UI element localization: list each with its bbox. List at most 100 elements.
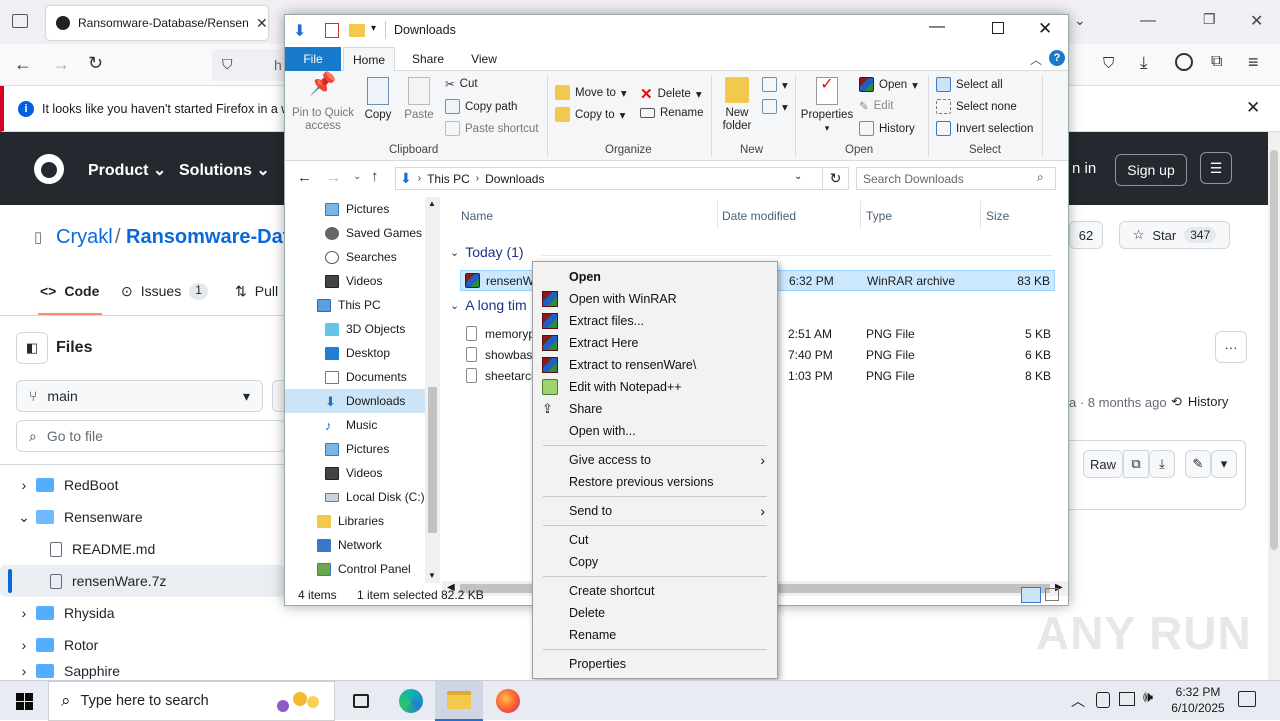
cut-button[interactable]: ✂ Cut xyxy=(445,77,478,91)
network-icon[interactable] xyxy=(1119,692,1135,706)
github-menu-toggle-icon[interactable]: ☰ xyxy=(1200,152,1232,184)
maximize-icon[interactable] xyxy=(992,22,1004,34)
properties-quick-icon[interactable] xyxy=(325,23,339,38)
menu-restore-versions[interactable]: Restore previous versions xyxy=(535,471,775,493)
paste-button[interactable]: Paste xyxy=(402,77,436,122)
taskbar-search-box[interactable]: ⌕ Type here to search xyxy=(48,681,335,721)
tree-item-sapphire[interactable]: › Sapphire xyxy=(0,661,285,681)
repo-name-link[interactable]: Ransomware-Dat xyxy=(126,226,289,249)
back-icon[interactable]: ← xyxy=(297,169,312,186)
task-view-icon[interactable] xyxy=(337,681,385,721)
menu-properties[interactable]: Properties xyxy=(535,653,775,675)
menu-open-with-winrar[interactable]: Open with WinRAR xyxy=(535,288,775,310)
nav-solutions[interactable]: Solutions ⌄ xyxy=(179,160,270,180)
menu-give-access[interactable]: Give access to › xyxy=(535,449,775,471)
menu-extract-files[interactable]: Extract files... xyxy=(535,310,775,332)
page-scrollbar[interactable] xyxy=(1268,132,1280,680)
nav-downloads[interactable]: ⬇ Downloads xyxy=(285,389,425,413)
tab-issues[interactable]: ⊙ Issues 1 xyxy=(121,283,208,300)
forward-icon[interactable]: → xyxy=(52,54,70,75)
edit-dropdown-icon[interactable]: ▾ xyxy=(1211,450,1237,478)
new-folder-quick-icon[interactable] xyxy=(349,24,365,37)
menu-open[interactable]: Open xyxy=(535,266,775,288)
new-item-button[interactable]: ▾ xyxy=(762,77,788,92)
browser-tab[interactable]: Ransomware-Database/Rensen ✕ xyxy=(46,6,268,40)
pin-quick-access-button[interactable]: 📌 Pin to Quick access xyxy=(291,73,355,133)
column-type[interactable]: Type xyxy=(866,209,892,223)
up-icon[interactable]: ↑ xyxy=(371,168,379,185)
start-windows-icon[interactable] xyxy=(0,681,48,721)
rename-button[interactable]: Rename xyxy=(640,107,703,119)
new-folder-button[interactable]: New folder xyxy=(717,77,757,133)
extensions-icon[interactable]: ⧉ xyxy=(1211,53,1222,71)
download-icon[interactable]: ⤓ xyxy=(1149,450,1175,478)
branch-selector[interactable]: ⑂ main ▾ xyxy=(16,380,263,412)
tab-share[interactable]: Share xyxy=(403,47,453,71)
tab-code[interactable]: <> Code xyxy=(40,283,99,299)
move-to-button[interactable]: Move to ▾ xyxy=(555,85,627,100)
downloads-icon[interactable]: ⤓ xyxy=(1140,53,1148,73)
watch-count-badge[interactable]: 62 xyxy=(1069,221,1103,249)
nav-libraries[interactable]: Libraries xyxy=(285,509,425,533)
history-button[interactable]: History xyxy=(859,121,915,136)
repo-owner-link[interactable]: Cryakl xyxy=(56,226,113,249)
pocket-icon[interactable]: ⛉ xyxy=(1103,55,1114,72)
nav-searches[interactable]: Searches xyxy=(285,245,425,269)
forward-icon[interactable]: → xyxy=(326,169,341,186)
close-icon[interactable]: ✕ xyxy=(1038,19,1052,39)
nav-documents[interactable]: Documents xyxy=(285,365,425,389)
file-explorer-taskbar-icon[interactable] xyxy=(435,681,483,721)
refresh-icon[interactable]: ↻ xyxy=(823,167,849,190)
nav-3d-objects[interactable]: 3D Objects xyxy=(285,317,425,341)
invert-selection-button[interactable]: Invert selection xyxy=(936,121,1033,136)
tree-item-redboot[interactable]: › RedBoot xyxy=(0,469,285,501)
nav-this-pc[interactable]: This PC xyxy=(285,293,425,317)
more-options-icon[interactable]: ··· xyxy=(1215,331,1247,363)
go-to-file-input[interactable]: ⌕ Go to file xyxy=(16,420,286,452)
open-button[interactable]: Open ▾ xyxy=(859,77,918,92)
nav-network[interactable]: Network xyxy=(285,533,425,557)
navigation-scrollbar[interactable]: ▲ ▼ xyxy=(425,197,440,583)
meet-now-icon[interactable] xyxy=(1096,692,1110,708)
show-hidden-icons-icon[interactable]: ︿ xyxy=(1071,691,1085,711)
volume-icon[interactable]: 🕪 xyxy=(1143,689,1153,707)
search-downloads-input[interactable]: Search Downloads ⌕ xyxy=(856,167,1056,190)
nav-saved-games[interactable]: Saved Games xyxy=(285,221,425,245)
sign-in-link[interactable]: n in xyxy=(1072,160,1096,177)
star-button[interactable]: ☆ Star 347 xyxy=(1119,221,1230,249)
nav-desktop[interactable]: Desktop xyxy=(285,341,425,365)
copy-icon[interactable]: ⧉ xyxy=(1123,450,1149,478)
clock[interactable]: 6:32 PM 6/10/2025 xyxy=(1163,684,1233,716)
edit-button[interactable]: ✎ Edit xyxy=(859,99,893,113)
url-bar[interactable]: ⛉ h xyxy=(212,49,292,81)
notification-close-icon[interactable]: ✕ xyxy=(1246,98,1260,118)
raw-button[interactable]: Raw xyxy=(1083,450,1123,478)
menu-copy[interactable]: Copy xyxy=(535,551,775,573)
tab-file[interactable]: File xyxy=(285,47,341,71)
minimize-icon[interactable]: — xyxy=(1140,12,1156,30)
tree-item-rensenware-7z[interactable]: rensenWare.7z xyxy=(0,565,285,597)
minimize-icon[interactable]: — xyxy=(929,18,945,36)
back-icon[interactable]: ← xyxy=(14,54,32,75)
paste-shortcut-button[interactable]: Paste shortcut xyxy=(445,121,539,136)
column-size[interactable]: Size xyxy=(986,209,1009,223)
nav-videos[interactable]: Videos xyxy=(285,269,425,293)
tree-item-readme[interactable]: README.md xyxy=(0,533,285,565)
firefox-view-icon[interactable] xyxy=(12,14,28,28)
customize-toolbar-icon[interactable]: ▾ xyxy=(371,23,376,34)
list-tabs-icon[interactable]: ⌄ xyxy=(1074,12,1086,29)
account-icon[interactable] xyxy=(1175,53,1193,71)
nav-pictures-2[interactable]: Pictures xyxy=(285,437,425,461)
menu-delete[interactable]: Delete xyxy=(535,602,775,624)
collapse-file-tree-icon[interactable]: ◧ xyxy=(16,332,48,364)
tree-item-rensenware[interactable]: ⌄ Rensenware xyxy=(0,501,285,533)
menu-share[interactable]: ⇪ Share xyxy=(535,398,775,420)
recent-locations-icon[interactable]: ⌄ xyxy=(353,171,361,182)
easy-access-button[interactable]: ▾ xyxy=(762,99,788,114)
menu-extract-here[interactable]: Extract Here xyxy=(535,332,775,354)
tree-item-rhysida[interactable]: › Rhysida xyxy=(0,597,285,629)
close-icon[interactable]: ✕ xyxy=(1250,11,1263,31)
copy-path-button[interactable]: Copy path xyxy=(445,99,517,114)
reload-icon[interactable]: ↻ xyxy=(88,53,103,74)
copy-button[interactable]: Copy xyxy=(361,77,395,122)
